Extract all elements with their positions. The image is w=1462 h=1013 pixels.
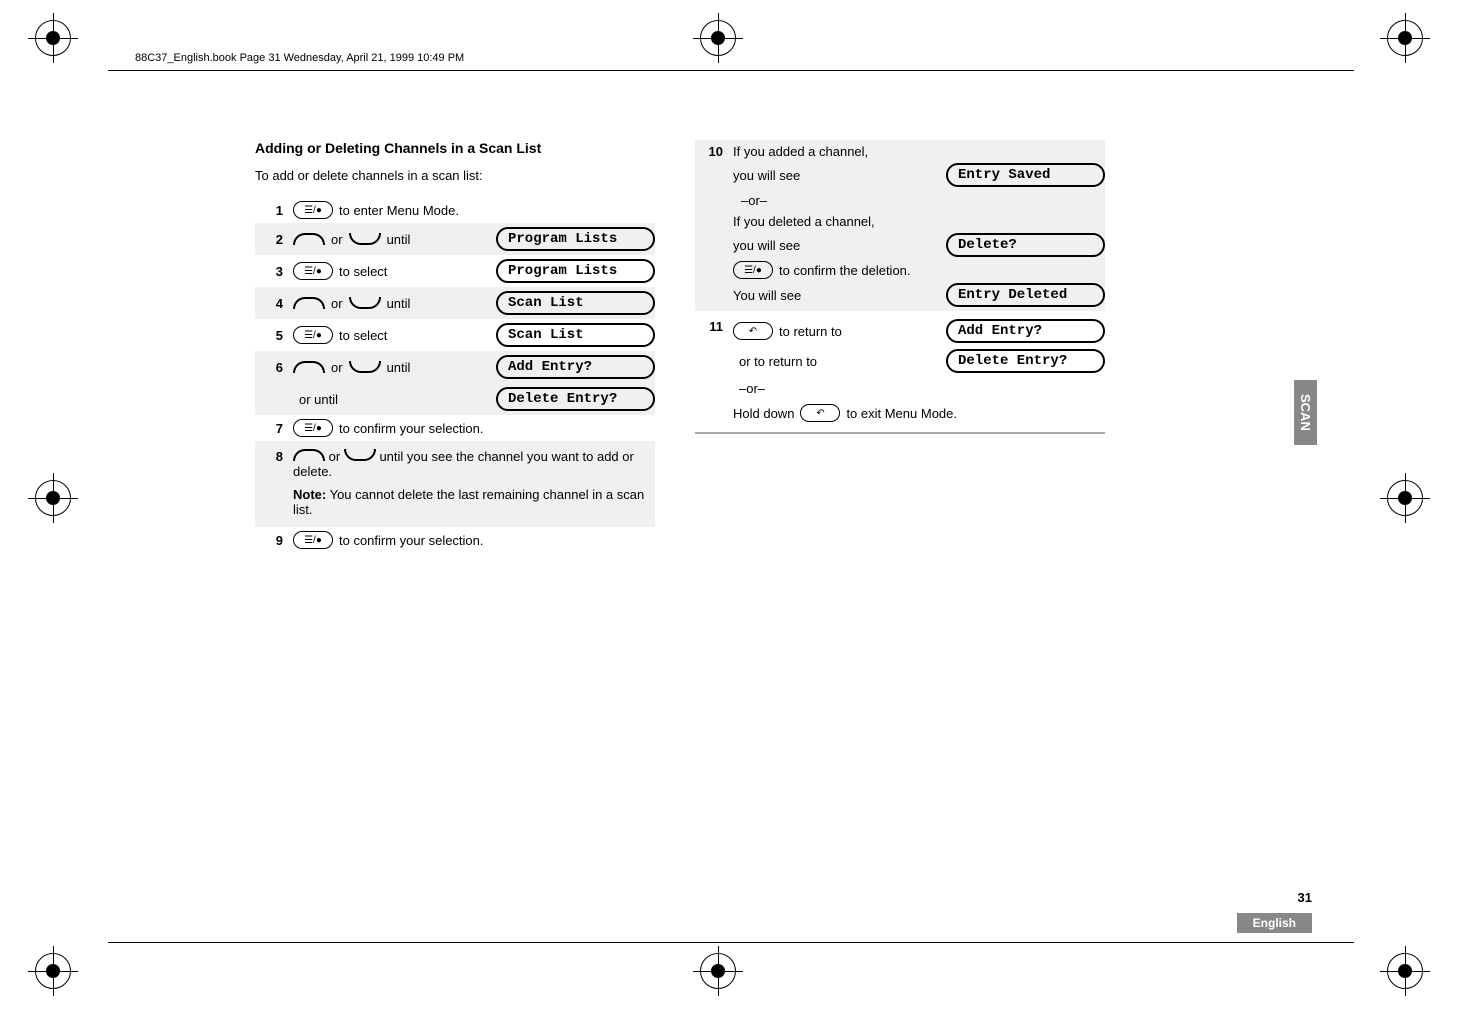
display-readout: Scan List — [496, 291, 655, 315]
step-11: 11 ↶ to return to Add Entry? or to retur… — [695, 311, 1105, 426]
section-title: Adding or Deleting Channels in a Scan Li… — [255, 140, 655, 156]
menu-button-icon: ☰/● — [293, 419, 333, 437]
note-label: Note: — [293, 487, 326, 502]
step-text: or — [331, 360, 343, 375]
step-text: to confirm the deletion. — [779, 263, 911, 278]
back-button-icon: ↶ — [733, 322, 773, 340]
step-1: 1 ☰/● to enter Menu Mode. — [255, 197, 655, 223]
display-readout: Delete Entry? — [946, 349, 1105, 373]
display-readout: Entry Deleted — [946, 283, 1105, 307]
display-readout: Delete? — [946, 233, 1105, 257]
step-text: to return to — [779, 324, 842, 339]
step-text: to select — [339, 264, 387, 279]
step-number: 11 — [695, 319, 733, 334]
step-number: 3 — [255, 264, 293, 279]
step-6: 6 or until Add Entry? — [255, 351, 655, 383]
display-readout: Program Lists — [496, 259, 655, 283]
header-text: 88C37_English.book Page 31 Wednesday, Ap… — [135, 52, 464, 64]
step-10: 10 If you added a channel, you will see … — [695, 140, 1105, 311]
step-text: or — [331, 296, 343, 311]
step-number: 4 — [255, 296, 293, 311]
step-number: 8 — [255, 449, 293, 464]
step-number: 5 — [255, 328, 293, 343]
step-text: If you added a channel, — [733, 144, 1105, 159]
step-text: to enter Menu Mode. — [339, 203, 459, 218]
page-number: 31 — [1298, 890, 1312, 905]
step-text: to confirm your selection. — [339, 533, 484, 548]
step-2: 2 or until Program Lists — [255, 223, 655, 255]
down-arrow-icon — [349, 297, 381, 309]
step-text: or — [331, 232, 343, 247]
back-button-icon: ↶ — [800, 404, 840, 422]
step-text: until — [387, 360, 411, 375]
step-3: 3 ☰/● to select Program Lists — [255, 255, 655, 287]
display-readout: Scan List — [496, 323, 655, 347]
step-text: until — [387, 296, 411, 311]
step-number: 1 — [255, 203, 293, 218]
step-text: If you deleted a channel, — [733, 214, 1105, 229]
down-arrow-icon — [349, 233, 381, 245]
step-text: –or– — [733, 381, 1105, 396]
step-text: to confirm your selection. — [339, 421, 484, 436]
step-text: or — [329, 449, 341, 464]
display-readout: Add Entry? — [946, 319, 1105, 343]
menu-button-icon: ☰/● — [293, 262, 333, 280]
step-text: or until — [293, 392, 338, 407]
menu-button-icon: ☰/● — [293, 531, 333, 549]
step-number: 6 — [255, 360, 293, 375]
display-readout: Entry Saved — [946, 163, 1105, 187]
step-text: you will see — [733, 168, 800, 183]
step-number: 9 — [255, 533, 293, 548]
display-readout: Add Entry? — [496, 355, 655, 379]
step-8-note: Note: You cannot delete the last remaini… — [255, 483, 655, 527]
step-6b: or until Delete Entry? — [255, 383, 655, 415]
menu-button-icon: ☰/● — [293, 326, 333, 344]
step-text: or to return to — [733, 354, 817, 369]
up-arrow-icon — [293, 361, 325, 373]
note-text: You cannot delete the last remaining cha… — [293, 487, 644, 517]
down-arrow-icon — [344, 449, 376, 461]
step-8: 8 or until you see the channel you want … — [255, 441, 655, 483]
step-9: 9 ☰/● to confirm your selection. — [255, 527, 655, 553]
step-text: to select — [339, 328, 387, 343]
up-arrow-icon — [293, 297, 325, 309]
step-text: to exit Menu Mode. — [846, 406, 957, 421]
menu-button-icon: ☰/● — [733, 261, 773, 279]
intro-text: To add or delete channels in a scan list… — [255, 168, 655, 183]
step-number: 10 — [695, 144, 733, 159]
display-readout: Delete Entry? — [496, 387, 655, 411]
step-text: You will see — [733, 288, 801, 303]
section-tab: SCAN — [1294, 380, 1317, 445]
display-readout: Program Lists — [496, 227, 655, 251]
language-label: English — [1237, 913, 1312, 933]
step-text: Hold down — [733, 406, 794, 421]
step-number: 7 — [255, 421, 293, 436]
step-text: you will see — [733, 238, 800, 253]
down-arrow-icon — [349, 361, 381, 373]
step-7: 7 ☰/● to confirm your selection. — [255, 415, 655, 441]
menu-button-icon: ☰/● — [293, 201, 333, 219]
step-text: –or– — [733, 193, 1105, 208]
up-arrow-icon — [293, 449, 325, 461]
step-number: 2 — [255, 232, 293, 247]
step-4: 4 or until Scan List — [255, 287, 655, 319]
step-5: 5 ☰/● to select Scan List — [255, 319, 655, 351]
up-arrow-icon — [293, 233, 325, 245]
step-text: until — [387, 232, 411, 247]
